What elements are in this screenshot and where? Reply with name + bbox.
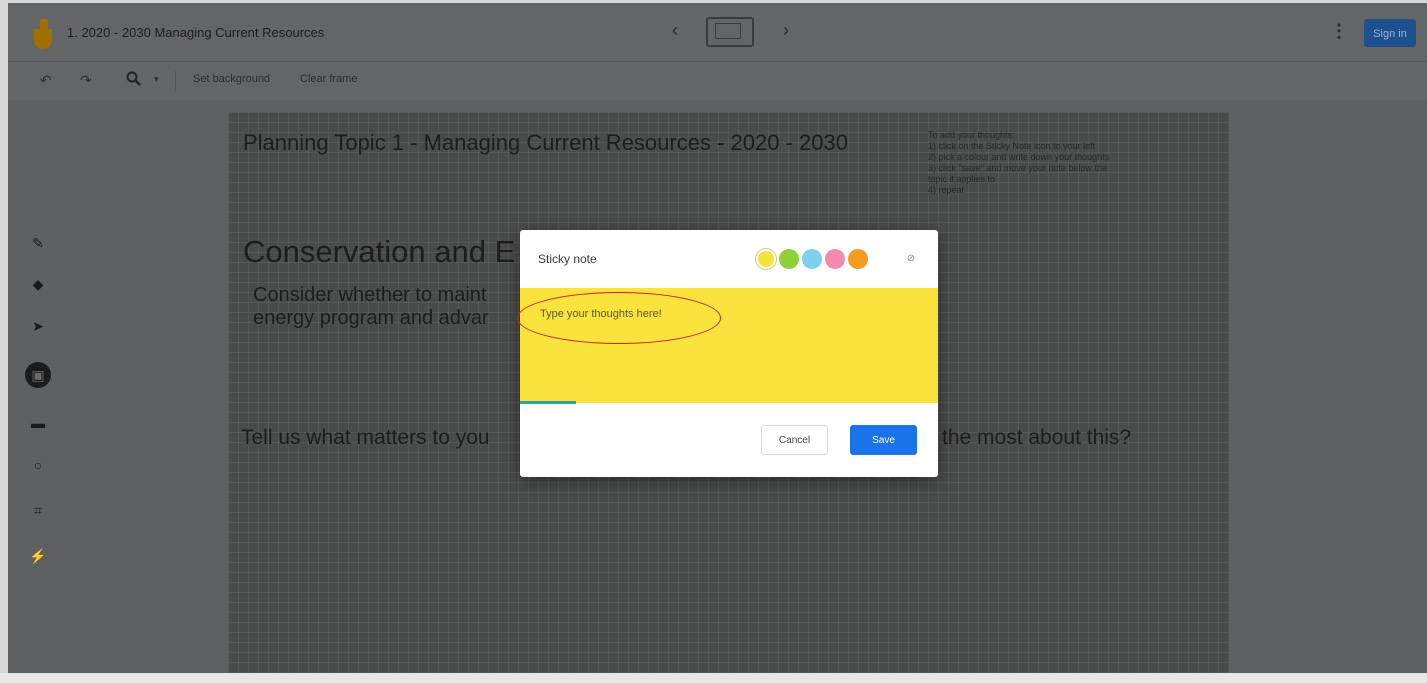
toolbar: ↶ ↷ ▾ Set background Clear frame bbox=[8, 61, 1427, 100]
text-box-icon[interactable]: ⌗ bbox=[28, 500, 48, 520]
pen-icon[interactable]: ✎ bbox=[28, 233, 48, 253]
set-background-button[interactable]: Set background bbox=[193, 73, 270, 85]
select-arrow-icon[interactable]: ➤ bbox=[28, 316, 48, 336]
window-frame-bottom bbox=[0, 673, 1427, 683]
sticky-note-icon[interactable]: ▣ bbox=[25, 362, 51, 388]
color-swatch-yellow[interactable] bbox=[756, 249, 776, 269]
undo-icon[interactable]: ↶ bbox=[40, 72, 52, 89]
canvas-topic-body: Consider whether to maint energy program… bbox=[253, 284, 489, 329]
note-progress-bar bbox=[520, 401, 576, 404]
color-swatch-pink[interactable] bbox=[825, 249, 845, 269]
more-vert-icon[interactable]: ⋮ bbox=[1330, 21, 1348, 42]
annotation-highlight-ellipse bbox=[517, 292, 721, 344]
image-icon[interactable]: ▬ bbox=[28, 413, 48, 433]
eraser-icon[interactable]: ◆ bbox=[28, 274, 48, 294]
toolbar-divider bbox=[175, 71, 176, 91]
canvas-heading: Planning Topic 1 - Managing Current Reso… bbox=[243, 130, 848, 155]
sticky-note-dialog: Sticky note ⊘ Type your thoughts here! C… bbox=[520, 230, 938, 477]
frame-bar-icon[interactable] bbox=[706, 17, 754, 47]
canvas-question-end: the most about this? bbox=[942, 426, 1132, 449]
color-swatch-orange[interactable] bbox=[848, 249, 868, 269]
jamboard-logo-icon[interactable] bbox=[34, 19, 54, 51]
instructions-text: To add your thoughts: 1) click on the St… bbox=[928, 130, 1110, 195]
color-swatch-blue[interactable] bbox=[802, 249, 822, 269]
document-title[interactable]: 1. 2020 - 2030 Managing Current Resource… bbox=[67, 25, 324, 40]
zoom-dropdown-icon[interactable]: ▾ bbox=[154, 74, 159, 85]
canvas-topic-title: Conservation and E bbox=[243, 234, 516, 269]
cancel-button[interactable]: Cancel bbox=[761, 425, 828, 455]
canvas-question-start: Tell us what matters to you bbox=[241, 426, 490, 449]
redo-icon[interactable]: ↷ bbox=[80, 72, 92, 89]
dialog-title: Sticky note bbox=[538, 252, 597, 266]
zoom-icon[interactable] bbox=[126, 71, 142, 90]
app-header: 1. 2020 - 2030 Managing Current Resource… bbox=[8, 3, 1427, 61]
clear-frame-button[interactable]: Clear frame bbox=[300, 73, 357, 85]
window-frame-left bbox=[0, 0, 8, 683]
laser-icon[interactable]: ⚡ bbox=[28, 546, 48, 566]
no-color-icon[interactable]: ⊘ bbox=[902, 250, 920, 268]
chevron-left-icon[interactable]: ‹ bbox=[672, 20, 678, 41]
color-swatch-green[interactable] bbox=[779, 249, 799, 269]
save-button[interactable]: Save bbox=[850, 425, 917, 455]
chevron-right-icon[interactable]: › bbox=[783, 20, 789, 41]
sign-in-button[interactable]: Sign in bbox=[1364, 19, 1416, 47]
circle-icon[interactable]: ○ bbox=[28, 455, 48, 475]
